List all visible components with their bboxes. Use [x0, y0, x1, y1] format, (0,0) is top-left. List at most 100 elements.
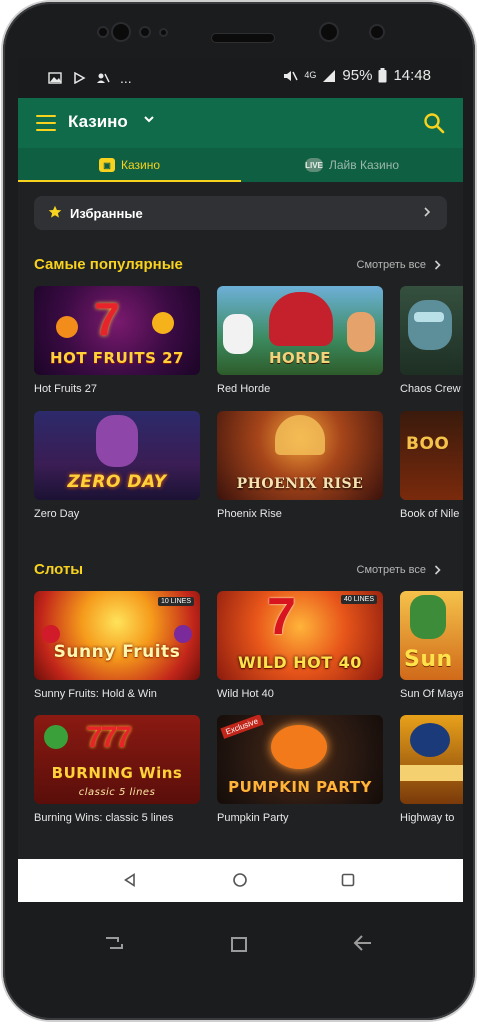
chevron-right-icon	[424, 207, 431, 217]
recents-icon[interactable]	[341, 873, 355, 887]
game-art-title: HORDE	[268, 349, 332, 367]
play-store-icon	[74, 72, 86, 84]
game-title: Sunny Fruits: Hold & Win	[34, 688, 157, 700]
menu-icon[interactable]	[36, 115, 56, 131]
game-card[interactable]: 777 BURNING Wins classic 5 lines Burning…	[34, 715, 200, 824]
game-thumbnail: 7 HOT FRUITS 27	[34, 286, 200, 375]
tab-live-casino[interactable]: LIVE Лайв Казино	[241, 148, 463, 182]
fruit-graphic	[56, 316, 78, 338]
fruit-graphic	[42, 625, 60, 643]
game-title: Zero Day	[34, 508, 80, 520]
signal-icon	[323, 69, 336, 82]
status-more: ...	[120, 70, 132, 86]
mute-icon	[284, 70, 299, 81]
game-art-title: HOT FRUITS 27	[50, 349, 184, 367]
back-icon[interactable]	[123, 873, 137, 887]
image-icon	[48, 72, 62, 84]
game-card[interactable]: Sun Sun Of Maya	[400, 591, 463, 700]
seven-graphic: 7	[94, 293, 120, 345]
monster-graphic	[269, 292, 333, 346]
pumpkin-graphic	[271, 725, 327, 769]
fruit-graphic	[44, 725, 68, 749]
game-card[interactable]: 40 LINES 7 WILD HOT 40 Wild Hot 40	[217, 591, 383, 700]
character-graphic	[414, 312, 444, 322]
game-thumbnail: 777 BURNING Wins classic 5 lines	[34, 715, 200, 804]
game-thumbnail: Exclusive PUMPKIN PARTY	[217, 715, 383, 804]
see-all-label: Смотреть все	[356, 259, 426, 271]
game-art-title: BOO	[406, 434, 450, 454]
android-nav-bar	[18, 859, 463, 902]
game-thumbnail	[400, 286, 463, 375]
character-graphic	[410, 595, 446, 639]
game-thumbnail: PHOENIX RISE	[217, 411, 383, 500]
earpiece	[211, 33, 275, 43]
game-card[interactable]: ZERO DAY Zero Day	[34, 411, 200, 520]
favorites-row[interactable]: Избранные	[34, 196, 447, 230]
game-card[interactable]: Highway to	[400, 715, 463, 824]
star-icon	[48, 205, 62, 218]
exclusive-badge: Exclusive	[220, 715, 264, 739]
mute-alt-icon	[97, 73, 110, 83]
screen: ... 4G 95% 14:48 Казино ▣ Казино LIVE Ла…	[18, 58, 463, 902]
emblem-graphic	[410, 723, 450, 757]
back-hw-icon[interactable]	[352, 932, 374, 954]
app-title[interactable]: Казино	[68, 112, 128, 132]
section-title-slots: Слоты	[34, 561, 84, 578]
sensor-dot	[139, 26, 151, 38]
seven-graphic: 7	[267, 591, 296, 646]
game-card[interactable]: 7 HOT FRUITS 27 Hot Fruits 27	[34, 286, 200, 395]
game-art-title: WILD HOT 40	[238, 653, 362, 672]
fruit-graphic	[152, 312, 174, 334]
game-title: Hot Fruits 27	[34, 383, 97, 395]
game-thumbnail: HORDE	[217, 286, 383, 375]
game-card[interactable]: Exclusive PUMPKIN PARTY Pumpkin Party	[217, 715, 383, 824]
live-icon: LIVE	[305, 158, 323, 172]
favorites-label: Избранные	[70, 206, 143, 221]
game-thumbnail: 40 LINES 7 WILD HOT 40	[217, 591, 383, 680]
character-graphic	[96, 415, 138, 467]
battery-icon	[378, 68, 387, 83]
lines-badge: 40 LINES	[341, 595, 377, 604]
home-icon[interactable]	[233, 873, 247, 887]
see-all-slots[interactable]: Смотреть все	[357, 564, 441, 576]
front-camera	[111, 22, 131, 42]
game-card[interactable]: 10 LINES Sunny Fruits Sunny Fruits: Hold…	[34, 591, 200, 700]
game-title: Highway to	[400, 812, 455, 824]
game-card[interactable]: BOO Book of Nile	[400, 411, 463, 520]
tab-bar: ▣ Казино LIVE Лайв Казино	[18, 148, 463, 182]
game-card[interactable]: HORDE Red Horde	[217, 286, 383, 395]
wings-graphic	[400, 765, 463, 781]
character-graphic	[347, 312, 375, 352]
recents-hw-icon[interactable]	[103, 932, 125, 954]
phoenix-graphic	[275, 415, 325, 455]
tab-live-casino-label: Лайв Казино	[329, 158, 399, 172]
battery-percent: 95%	[342, 67, 373, 84]
game-thumbnail: BOO	[400, 411, 463, 500]
hardware-buttons	[18, 906, 463, 986]
seven-graphic: 777	[86, 721, 132, 754]
search-icon[interactable]	[423, 112, 445, 134]
chevron-down-icon[interactable]	[144, 114, 154, 124]
game-title: Chaos Crew	[400, 383, 461, 395]
game-card[interactable]: Chaos Crew	[400, 286, 463, 395]
see-all-label: Смотреть все	[356, 564, 426, 576]
game-art-subtitle: classic 5 lines	[78, 787, 156, 798]
game-art-title: Sunny Fruits	[53, 642, 181, 662]
game-title: Red Horde	[217, 383, 271, 395]
tab-casino[interactable]: ▣ Казино	[18, 148, 241, 182]
game-thumbnail	[400, 715, 463, 804]
network-type: 4G	[304, 70, 317, 80]
app-bar: Казино	[18, 98, 463, 148]
game-title: Book of Nile	[400, 508, 460, 520]
status-bar: ... 4G 95% 14:48	[18, 58, 463, 98]
game-title: Burning Wins: classic 5 lines	[34, 812, 174, 824]
game-title: Sun Of Maya	[400, 688, 463, 700]
see-all-popular[interactable]: Смотреть все	[357, 259, 441, 271]
game-title: Wild Hot 40	[217, 688, 274, 700]
game-card[interactable]: PHOENIX RISE Phoenix Rise	[217, 411, 383, 520]
home-hw-icon[interactable]	[228, 932, 250, 954]
game-title: Phoenix Rise	[217, 508, 282, 520]
game-art-title: BURNING Wins	[51, 764, 183, 782]
section-title-popular: Самые популярные	[34, 256, 183, 273]
sensor-dot	[159, 28, 168, 37]
